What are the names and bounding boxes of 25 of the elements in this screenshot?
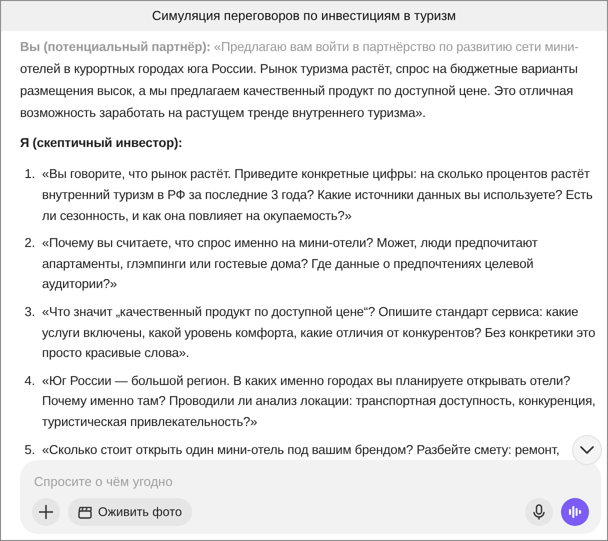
question-text: «Юг России — большой регион. В каких именно городах вы планируете открывать отели? Почему именно там? Проводили ли анализ локации: транспортная доступность, конкуренция, туристическая привлекательность?» xyxy=(42,372,596,432)
sound-wave-icon xyxy=(568,506,582,518)
add-button[interactable] xyxy=(32,498,60,526)
microphone-button[interactable] xyxy=(525,498,553,526)
list-number: 3. xyxy=(24,302,36,321)
chevron-down-icon xyxy=(580,446,594,454)
question-text: «Что значит „качественный продукт по доступной цене“? Опишите стандарт сервиса: какие услуги включены, какой уровень комфорта, какие отличия от конкурентов? Без конкретики это просто красивые слова». xyxy=(42,302,596,362)
list-number: 2. xyxy=(24,234,36,252)
question-text: «Вы говорите, что рынок растёт. Приведите конкретные цифры: на сколько процентов растёт внутренний туризм в РФ за последние 3 года? Какие источники данных вы используете? Есть ли сезонность, и как она повлияет на окупаемость?» xyxy=(42,165,594,225)
plus-icon xyxy=(39,505,53,519)
question-text: «Сколько стоит открыть один мини-отель под вашим брендом? Разбейте смету: ремонт, xyxy=(42,440,560,459)
scroll-down-button[interactable] xyxy=(572,435,602,465)
list-number: 1. xyxy=(24,165,36,183)
reply-heading: Я (скептичный инвестор): xyxy=(20,134,184,152)
intro-paragraph: Вы (потенциальный партнёр): «Предлагаю вам войти в партнёрство по развитию сети мини-отелей в курортных городах юга России. Рынок туризма растёт, спрос на бюджетные варианты размещения высок, а мы предлагаем качественный продукт по доступной цене. Это отличная возможность заработать на растущем тренде внутреннего туризма». xyxy=(20,38,580,122)
clapperboard-icon xyxy=(78,506,92,518)
message-field[interactable]: Спросите о чём угодно Оживить фото xyxy=(20,460,601,534)
list-number: 5. xyxy=(24,440,36,459)
animate-photo-button[interactable]: Оживить фото xyxy=(68,498,192,526)
voice-mode-button[interactable] xyxy=(561,498,589,526)
list-number: 4. xyxy=(24,372,36,390)
microphone-icon xyxy=(533,504,545,520)
question-text: «Почему вы считаете, что спрос именно на мини-отели? Может, люди предпочитают апартаменты, глэмпинги или гостевые дома? Где данные о предпочтениях целевой аудитории?» xyxy=(42,234,539,294)
window-title: Симуляция переговоров по инвестициям в туризм xyxy=(152,7,456,26)
message-input[interactable]: Спросите о чём угодно xyxy=(32,470,589,494)
